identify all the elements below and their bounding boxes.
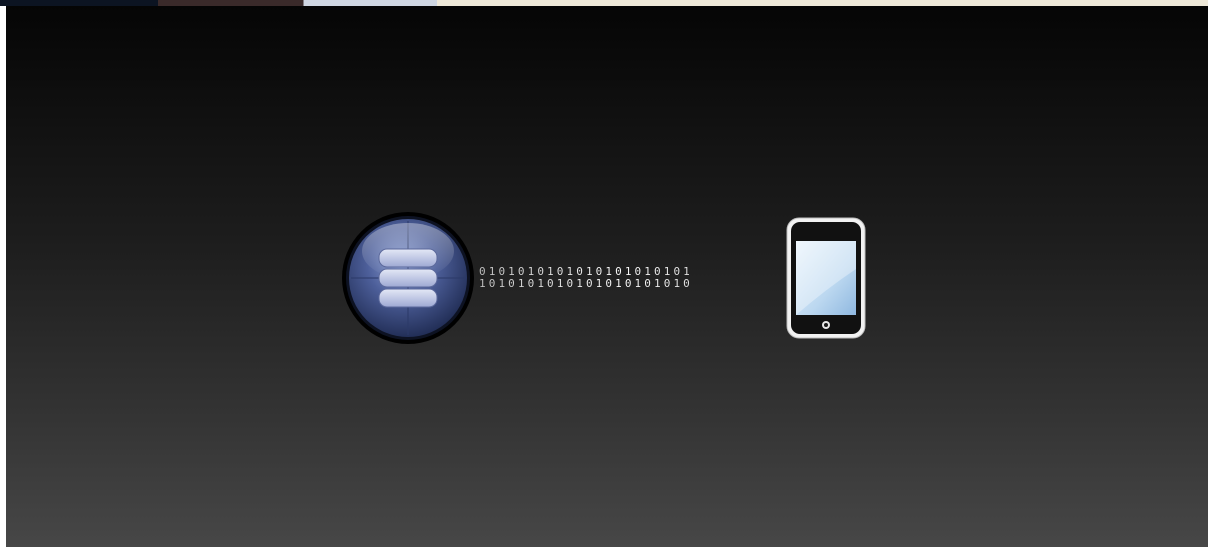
- binary-data-stream: 0101010101010101010101 10101010101010101…: [479, 266, 789, 290]
- smartphone-icon: [786, 217, 866, 339]
- database-server-icon: [342, 212, 474, 344]
- right-border: [1208, 0, 1214, 548]
- binary-line-2: 1010101010101010101010: [479, 277, 693, 290]
